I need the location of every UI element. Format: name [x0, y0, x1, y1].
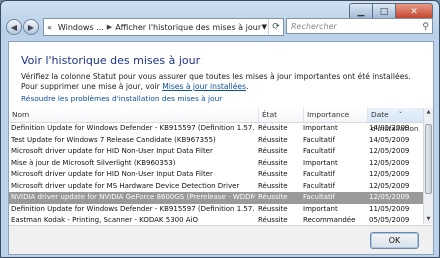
- ok-button[interactable]: OK: [370, 232, 419, 249]
- cell-date: 12/05/2009: [369, 147, 410, 155]
- table-row[interactable]: Test Update for Windows 7 Release Candid…: [9, 135, 433, 147]
- cell-status: Réussite: [258, 124, 288, 132]
- cell-date: 12/05/2009: [369, 170, 410, 178]
- cell-name: Microsoft driver update for MS Hardware …: [11, 181, 240, 190]
- cell-importance: Facultatif: [303, 170, 336, 178]
- installed-updates-link[interactable]: Mises à jour installées: [162, 82, 246, 91]
- column-header-status[interactable]: État: [258, 108, 303, 122]
- address-root-icon: «: [47, 22, 52, 32]
- cell-date: 12/05/2009: [369, 181, 410, 190]
- table-row[interactable]: Definition Update for Windows Defender -…: [9, 123, 433, 135]
- cell-status: Réussite: [258, 181, 288, 190]
- cell-name: Test Update for Windows 7 Release Candid…: [11, 135, 216, 144]
- search-input[interactable]: Rechercher ⚲: [286, 18, 433, 34]
- cell-importance: Facultatif: [303, 135, 336, 144]
- cell-importance: Facultatif: [303, 193, 336, 201]
- page-description: Vérifiez la colonne Statut pour vous ass…: [21, 72, 425, 92]
- table-body: Definition Update for Windows Defender -…: [9, 123, 433, 227]
- cell-importance: Facultatif: [303, 147, 336, 155]
- forward-button[interactable]: ▶: [23, 19, 39, 35]
- window: ▁ □ ✕ ◀ ▶ « Windows ... ▶ Afficher l'his…: [0, 0, 440, 258]
- cell-status: Réussite: [258, 135, 288, 144]
- cell-name: Definition Update for Windows Defender -…: [11, 124, 255, 132]
- cell-status: Réussite: [258, 193, 288, 201]
- footer: OK: [9, 225, 433, 254]
- table-row[interactable]: NVIDIA driver update for NVIDIA GeForce …: [9, 192, 433, 204]
- scroll-down-icon[interactable]: ▼: [424, 215, 433, 224]
- cell-name: Microsoft driver update for HID Non-User…: [11, 147, 213, 155]
- updates-table: Nom État Importance Date d'installation …: [9, 108, 433, 227]
- vertical-scrollbar[interactable]: ▲ ▼: [423, 108, 433, 224]
- search-icon[interactable]: ⚲: [422, 19, 429, 35]
- cell-status: Réussite: [258, 204, 288, 213]
- description-end: .: [246, 82, 249, 91]
- cell-status: Réussite: [258, 158, 288, 167]
- cell-importance: Important: [303, 158, 338, 167]
- cell-date: 11/05/2009: [369, 204, 410, 213]
- back-button[interactable]: ◀: [6, 19, 22, 35]
- cell-date: 14/05/2009: [369, 135, 410, 144]
- cell-name: Microsoft driver update for HID Non-User…: [11, 170, 213, 178]
- back-arrow-icon: ◀: [10, 22, 18, 32]
- forward-arrow-icon: ▶: [27, 22, 35, 32]
- address-dropdown-icon[interactable]: ▼: [262, 19, 267, 35]
- cell-status: Réussite: [258, 147, 288, 155]
- title-bar: ▁ □ ✕ ◀ ▶ « Windows ... ▶ Afficher l'his…: [1, 1, 439, 41]
- column-header-name[interactable]: Nom: [9, 108, 258, 122]
- search-placeholder: Rechercher: [291, 22, 337, 31]
- cell-date: 14/05/2009: [369, 124, 410, 132]
- cell-date: 12/05/2009: [369, 193, 410, 201]
- table-row[interactable]: Mise à jour de Microsoft Silverlight (KB…: [9, 158, 433, 170]
- table-row[interactable]: Microsoft driver update for HID Non-User…: [9, 169, 433, 181]
- table-row[interactable]: Definition Update for Windows Defender -…: [9, 204, 433, 216]
- cell-name: NVIDIA driver update for NVIDIA GeForce …: [11, 193, 255, 201]
- table-row[interactable]: Microsoft driver update for MS Hardware …: [9, 181, 433, 193]
- window-controls: ▁ □ ✕: [349, 3, 433, 20]
- cell-status: Réussite: [258, 170, 288, 178]
- cell-name: Mise à jour de Microsoft Silverlight (KB…: [11, 158, 176, 167]
- address-bar[interactable]: « Windows ... ▶ Afficher l'historique de…: [43, 18, 284, 36]
- cell-importance: Facultatif: [303, 181, 336, 190]
- table-header: Nom État Importance Date d'installation …: [9, 108, 433, 133]
- scrollbar-thumb[interactable]: [425, 124, 432, 194]
- refresh-icon[interactable]: ⟳: [268, 19, 283, 35]
- cell-name: Definition Update for Windows Defender -…: [11, 204, 255, 213]
- cell-importance: Important: [303, 124, 338, 132]
- breadcrumb-windows[interactable]: Windows ...: [55, 23, 107, 32]
- breadcrumb-history[interactable]: Afficher l'historique des mises à jour: [112, 23, 264, 32]
- column-header-importance[interactable]: Importance: [303, 108, 367, 122]
- troubleshoot-link[interactable]: Résoudre les problèmes d'installation de…: [21, 94, 222, 103]
- sort-descending-icon: ⌄: [398, 108, 404, 115]
- scroll-up-icon[interactable]: ▲: [424, 108, 433, 117]
- cell-date: 12/05/2009: [369, 158, 410, 167]
- page-title: Voir l'historique des mises à jour: [21, 54, 201, 67]
- cell-importance: Important: [303, 204, 338, 213]
- table-row[interactable]: Microsoft driver update for HID Non-User…: [9, 146, 433, 158]
- content-pane: Voir l'historique des mises à jour Vérif…: [8, 41, 434, 255]
